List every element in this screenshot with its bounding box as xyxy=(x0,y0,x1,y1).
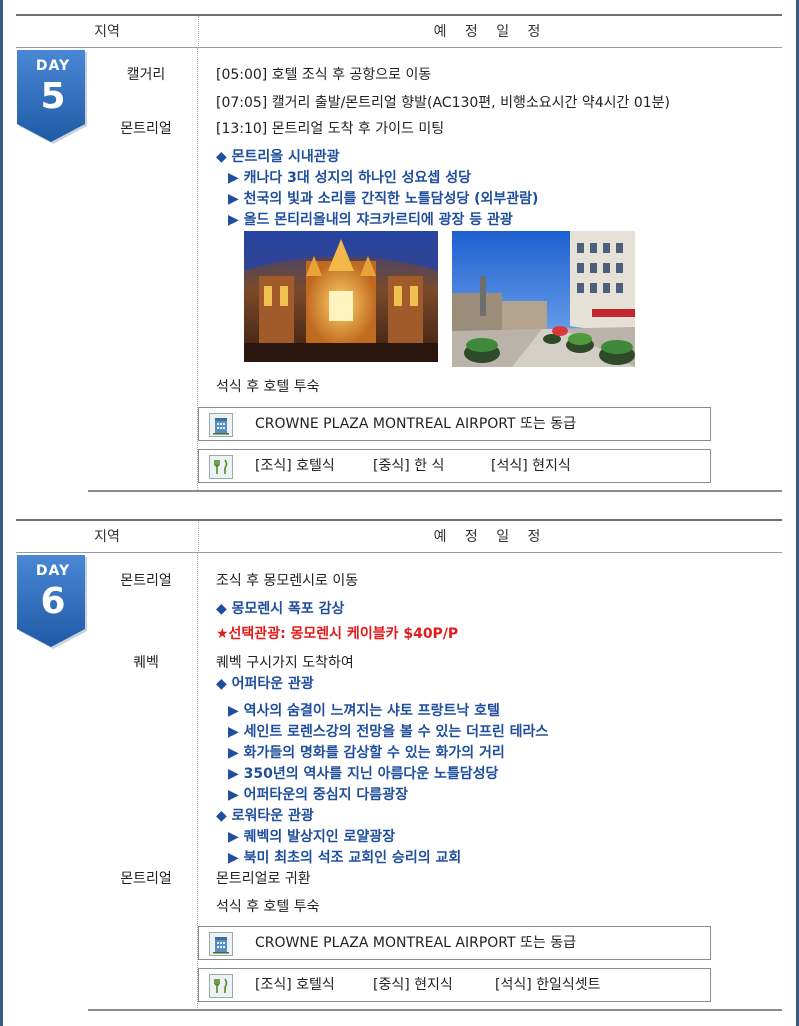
tour-item: ▶ 어퍼타운의 중심지 다름광장 xyxy=(228,787,408,803)
schedule-line: 몬트리얼로 귀환 xyxy=(216,871,311,887)
day5-section: 지역 예 정 일 정 DAY 5 캘거리 몬트리얼 [05:00] 호텔 조식 … xyxy=(16,14,782,494)
header-schedule-label: 예 정 일 정 xyxy=(198,521,782,553)
schedule-line: 퀘벡 구시가지 도착하여 xyxy=(216,655,354,671)
header-region-label: 지역 xyxy=(94,529,120,545)
header-region-label: 지역 xyxy=(94,24,120,40)
meal-breakfast: [조식] 호텔식 xyxy=(255,977,335,993)
schedule-line: [05:00] 호텔 조식 후 공항으로 이동 xyxy=(216,67,432,83)
tour-item: ▶ 역사의 숨결이 느껴지는 샤토 프랑트낙 호텔 xyxy=(228,703,500,719)
tour-item: ▶ 350년의 역사를 지닌 아름다운 노틀담성당 xyxy=(228,766,499,782)
meal-lunch: [중식] 한 식 xyxy=(373,458,445,474)
day6-region-2: 퀘벡 xyxy=(133,655,159,671)
tour-item: ▶ 캐나다 3대 성지의 하나인 성요셉 성당 xyxy=(228,170,471,186)
tour-item: ▶ 북미 최초의 석조 교회인 승리의 교회 xyxy=(228,850,462,866)
day6-region-1: 몬트리얼 xyxy=(120,573,172,589)
building-icon xyxy=(209,932,233,956)
day-number: 6 xyxy=(40,581,66,622)
day5-badge: DAY 5 xyxy=(16,50,90,146)
optional-tour: ★선택관광: 몽모렌시 케이블카 $40P/P xyxy=(216,626,459,642)
tour-item: ▶ 화가들의 명화를 감상할 수 있는 화가의 거리 xyxy=(228,745,505,761)
day-label: DAY xyxy=(35,563,71,579)
tour-title: ◆ 어퍼타운 관광 xyxy=(216,676,314,692)
fork-knife-icon xyxy=(209,974,233,998)
page-frame-left xyxy=(0,0,3,1026)
tour-item: ▶ 올드 몬티리올내의 쟈크카르티에 광장 등 관광 xyxy=(228,212,513,228)
hotel-name: CROWNE PLAZA MONTREAL AIRPORT 또는 동급 xyxy=(255,416,576,432)
tour-title: ◆ 몬트리올 시내관광 xyxy=(216,149,340,165)
hotel-info-box: CROWNE PLAZA MONTREAL AIRPORT 또는 동급 xyxy=(198,407,711,441)
schedule-line: 조식 후 몽모렌시로 이동 xyxy=(216,573,359,589)
schedule-line: [13:10] 몬트리얼 도착 후 가이드 미팅 xyxy=(216,121,445,137)
meal-dinner: [석식] 한일식셋트 xyxy=(495,977,601,993)
day6-badge: DAY 6 xyxy=(16,555,90,651)
header-schedule-label: 예 정 일 정 xyxy=(198,16,782,48)
day5-header: 지역 예 정 일 정 xyxy=(16,14,782,48)
section-bottom-rule xyxy=(88,1009,782,1011)
day6-region-3: 몬트리얼 xyxy=(120,871,172,887)
schedule-line: 석식 후 호텔 투숙 xyxy=(216,899,320,915)
hotel-name: CROWNE PLAZA MONTREAL AIRPORT 또는 동급 xyxy=(255,935,576,951)
meal-info-box: [조식] 호텔식 [중식] 한 식 [석식] 현지식 xyxy=(198,449,711,483)
meal-lunch: [중식] 현지식 xyxy=(373,977,453,993)
tour-item: ▶ 퀘벡의 발상지인 로얄광장 xyxy=(228,829,396,845)
day6-header: 지역 예 정 일 정 xyxy=(16,519,782,553)
tour-item: ▶ 천국의 빛과 소리를 간직한 노틀담성당 (외부관람) xyxy=(228,191,539,207)
schedule-line: 석식 후 호텔 투숙 xyxy=(216,379,320,395)
day-number: 5 xyxy=(40,76,66,117)
section-bottom-rule xyxy=(88,490,782,492)
tour-title: ◆ 몽모렌시 폭포 감상 xyxy=(216,601,345,617)
day5-region-1: 캘거리 xyxy=(126,67,166,83)
meal-row: [조식] 호텔식 [중식] 현지식 [석식] 한일식셋트 xyxy=(255,969,601,1001)
day5-region-2: 몬트리얼 xyxy=(120,121,172,137)
fork-knife-icon xyxy=(209,455,233,479)
hotel-info-box: CROWNE PLAZA MONTREAL AIRPORT 또는 동급 xyxy=(198,926,711,960)
meal-info-box: [조식] 호텔식 [중식] 현지식 [석식] 한일식셋트 xyxy=(198,968,711,1002)
day6-section: 지역 예 정 일 정 DAY 6 몬트리얼 퀘벡 몬트리얼 조식 후 몽모렌시로… xyxy=(16,519,782,1019)
meal-row: [조식] 호텔식 [중식] 한 식 [석식] 현지식 xyxy=(255,450,571,482)
meal-breakfast: [조식] 호텔식 xyxy=(255,458,335,474)
meal-dinner: [석식] 현지식 xyxy=(491,458,571,474)
notre-dame-interior-photo xyxy=(244,231,438,362)
tour-title: ◆ 로워타운 관광 xyxy=(216,808,314,824)
jacques-cartier-square-photo xyxy=(452,231,635,367)
building-icon xyxy=(209,413,233,437)
day-label: DAY xyxy=(35,58,71,74)
tour-item: ▶ 세인트 로렌스강의 전망을 볼 수 있는 더프린 테라스 xyxy=(228,724,549,740)
schedule-line: [07:05] 캘거리 출발/몬트리얼 향발(AC130편, 비행소요시간 약4… xyxy=(216,95,670,111)
